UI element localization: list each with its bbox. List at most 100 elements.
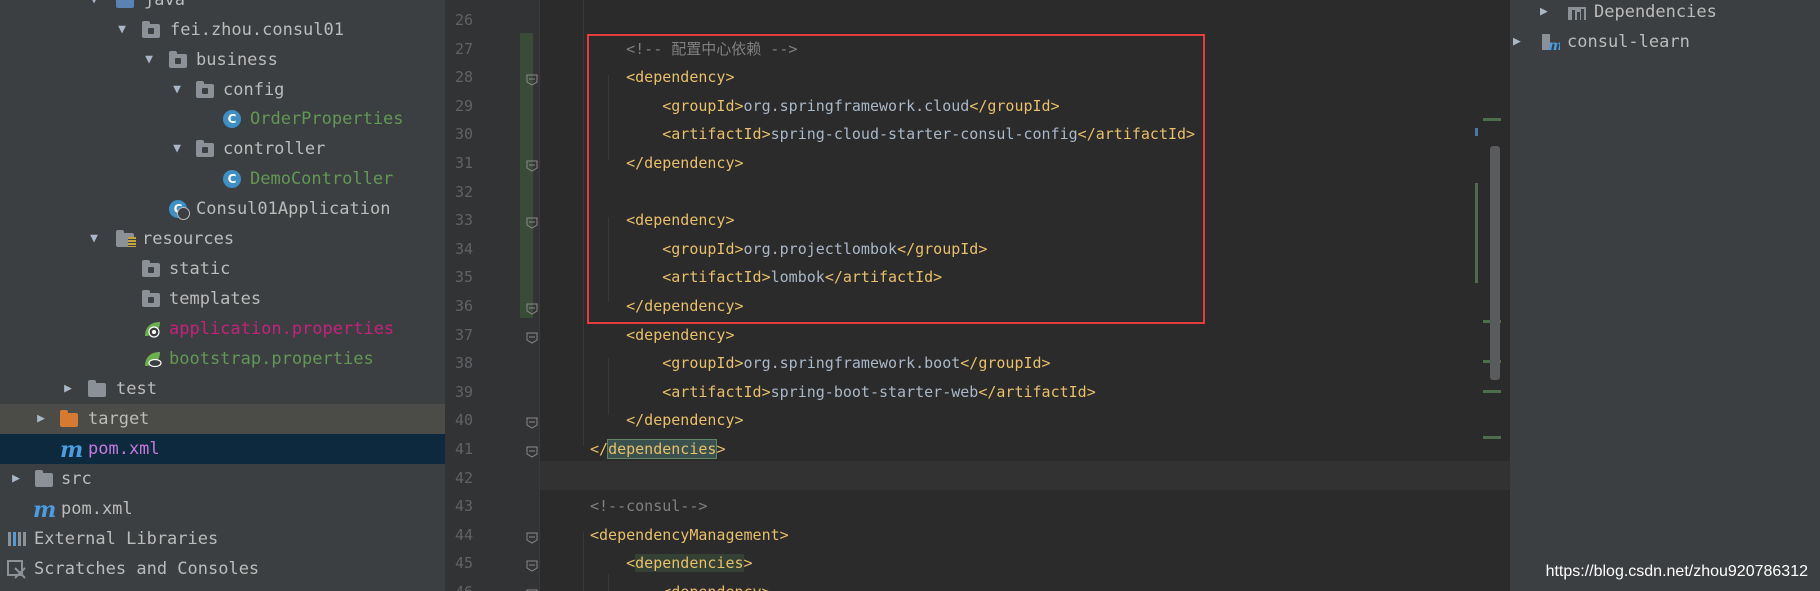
- tree-item-pom-xml-selected[interactable]: m pom.xml: [0, 434, 445, 464]
- tree-item-package-root[interactable]: ▼ fei.zhou.consul01: [0, 15, 445, 45]
- line-number: 40: [454, 411, 473, 429]
- line-number: 38: [454, 354, 473, 372]
- tree-item-controller[interactable]: ▼ controller: [0, 134, 445, 164]
- fold-marker-icon[interactable]: [526, 443, 538, 458]
- scratches-icon: [7, 559, 27, 579]
- class-icon: C: [223, 169, 243, 189]
- fold-marker-icon[interactable]: [526, 557, 538, 572]
- package-icon: [169, 50, 189, 70]
- scrollbar-thumb[interactable]: [1490, 146, 1500, 380]
- tree-item-test[interactable]: ▶ test: [0, 374, 445, 404]
- code-line[interactable]: <dependencies>: [540, 549, 753, 577]
- current-line-highlight: [540, 461, 1510, 490]
- chevron-down-icon[interactable]: ▼: [169, 134, 185, 164]
- line-number: 31: [454, 154, 473, 172]
- resources-folder-icon: [116, 229, 136, 249]
- fold-marker-icon[interactable]: [526, 329, 538, 344]
- code-token: org.springframework.boot: [743, 354, 961, 372]
- tree-item-consul01-application[interactable]: C Consul01Application: [0, 194, 445, 224]
- code-line[interactable]: <artifactId>spring-boot-starter-web</art…: [540, 378, 1096, 406]
- code-token: </: [590, 440, 609, 458]
- tree-item-target[interactable]: ▶ target: [0, 404, 445, 434]
- chevron-right-icon[interactable]: ▶: [33, 404, 49, 434]
- code-line[interactable]: <dependency>: [540, 578, 770, 591]
- line-number: 33: [454, 211, 473, 229]
- chevron-down-icon[interactable]: ▼: [86, 224, 102, 254]
- chevron-right-icon[interactable]: ▶: [8, 464, 24, 494]
- code-token: >: [716, 440, 726, 458]
- code-line[interactable]: <groupId>org.springframework.boot</group…: [540, 349, 1051, 377]
- tree-item-scratches[interactable]: Scratches and Consoles: [0, 554, 445, 584]
- line-number: 30: [454, 125, 473, 143]
- excluded-folder-icon: [60, 409, 80, 429]
- line-number: 35: [454, 268, 473, 286]
- spring-leaf-icon: [142, 349, 162, 369]
- fold-marker-icon[interactable]: [526, 414, 538, 429]
- fold-marker-icon[interactable]: [526, 157, 538, 172]
- code-line[interactable]: <dependencyManagement>: [540, 521, 789, 549]
- fold-marker-icon[interactable]: [526, 300, 538, 315]
- fold-marker-icon[interactable]: [526, 586, 538, 591]
- folder-icon: [35, 469, 55, 489]
- tree-item-templates[interactable]: templates: [0, 284, 445, 314]
- code-line[interactable]: [540, 178, 590, 206]
- fold-marker-icon[interactable]: [526, 214, 538, 229]
- tree-item-pom-xml[interactable]: m pom.xml: [0, 494, 445, 524]
- tree-item-bootstrap-properties[interactable]: bootstrap.properties: [0, 344, 445, 374]
- chevron-down-icon[interactable]: ▼: [169, 75, 185, 105]
- tree-item-resources[interactable]: ▼ resources: [0, 224, 445, 254]
- code-token: <: [590, 554, 636, 572]
- code-line[interactable]: <dependency>: [540, 321, 735, 349]
- spring-leaf-icon: [142, 319, 162, 339]
- chevron-right-icon[interactable]: ▶: [1540, 0, 1548, 27]
- maven-icon: m: [33, 497, 57, 523]
- code-line[interactable]: [540, 6, 590, 34]
- line-number: 42: [454, 469, 473, 487]
- code-line[interactable]: <!--consul-->: [540, 492, 707, 520]
- fold-marker-icon[interactable]: [526, 71, 538, 86]
- code-token: spring-boot-starter-web: [770, 383, 979, 401]
- code-line[interactable]: </dependency>: [540, 406, 743, 434]
- tree-item-external-libraries[interactable]: External Libraries: [0, 524, 445, 554]
- chevron-right-icon[interactable]: ▶: [60, 374, 76, 404]
- maven-icon: m: [60, 437, 84, 463]
- code-line[interactable]: </dependencies>: [540, 435, 725, 463]
- line-number: 27: [454, 40, 473, 58]
- tree-item-src[interactable]: ▶ src: [0, 464, 445, 494]
- code-editor[interactable]: 26 27 <!-- 配置中心依赖 --> 28 <dependency> 29 <g…: [445, 0, 1510, 591]
- spring-boot-class-icon: C: [169, 199, 190, 220]
- tree-item-business[interactable]: ▼ business: [0, 45, 445, 75]
- code-line[interactable]: [540, 464, 590, 492]
- fold-marker-icon[interactable]: [526, 529, 538, 544]
- tree-item-order-properties[interactable]: C OrderProperties: [0, 104, 445, 134]
- line-number: 36: [454, 297, 473, 315]
- tree-item-static[interactable]: static: [0, 254, 445, 284]
- line-number: 39: [454, 383, 473, 401]
- svg-text:m: m: [1548, 38, 1560, 52]
- maven-project-icon: m: [1540, 32, 1563, 54]
- code-token: <!--consul-->: [590, 497, 708, 515]
- chevron-down-icon[interactable]: ▼: [86, 0, 102, 15]
- chevron-down-icon[interactable]: ▼: [141, 45, 157, 75]
- folder-icon: [142, 259, 162, 279]
- code-token: <artifactId>: [590, 383, 771, 401]
- code-token: >: [743, 554, 753, 572]
- chevron-down-icon[interactable]: ▼: [114, 15, 130, 45]
- code-token: </groupId>: [960, 354, 1051, 372]
- tree-item-java[interactable]: ▼ java: [0, 0, 445, 15]
- maven-tool-window: ▶ Dependencies ▶ m consul-learn https://…: [1510, 0, 1820, 591]
- ide-window: ▼ java ▼ fei.zhou.consul01 ▼ business ▼ …: [0, 0, 1820, 591]
- tree-item-config[interactable]: ▼ config: [0, 75, 445, 105]
- dependencies-icon: [1567, 2, 1587, 22]
- source-folder-icon: [116, 0, 136, 10]
- code-token: dependencies: [635, 554, 744, 572]
- package-icon: [142, 20, 162, 40]
- libraries-icon: [7, 529, 27, 549]
- chevron-right-icon[interactable]: ▶: [1513, 27, 1521, 57]
- line-number: 44: [454, 526, 473, 544]
- code-token: <dependencyManagement>: [590, 526, 789, 544]
- folder-icon: [142, 289, 162, 309]
- code-token: <dependency>: [590, 326, 735, 344]
- tree-item-demo-controller[interactable]: C DemoController: [0, 164, 445, 194]
- tree-item-application-properties[interactable]: application.properties: [0, 314, 445, 344]
